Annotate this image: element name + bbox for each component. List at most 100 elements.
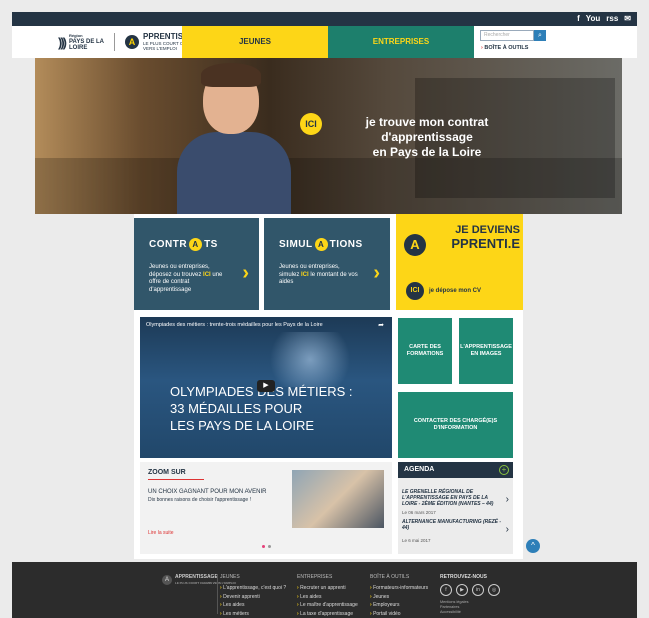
site-footer: A APPRENTISSAGE LE PLUS COURT CHEMIN VER… — [12, 562, 637, 618]
rss-icon[interactable]: rss — [606, 14, 618, 24]
footer-col-heading: JEUNES — [220, 574, 240, 580]
instagram-icon[interactable]: ◎ — [488, 584, 500, 596]
facebook-icon[interactable]: f — [440, 584, 452, 596]
chevron-right-icon[interactable]: › — [506, 494, 509, 505]
simulations-tile[interactable]: SIMUL A TIONS Jeunes ou entreprises, simul… — [264, 218, 390, 310]
region-logo-line3: LOIRE — [69, 45, 88, 51]
region-logo-icon: ))) — [58, 34, 67, 50]
hero-banner[interactable]: ICI je trouve mon contrat d'apprentissag… — [35, 58, 622, 214]
footer-link[interactable]: › Portail vidéo — [370, 610, 428, 618]
simulations-description: Jeunes ou entreprises, simulez ICI le mo… — [279, 264, 358, 285]
apprentissage-images-tile[interactable]: L'APPRENTISSAGE EN IMAGES — [459, 318, 513, 384]
scroll-to-top-button[interactable]: ^ — [526, 539, 540, 553]
search-input[interactable]: Rechercher — [480, 30, 534, 41]
footer-col-outils: BOÎTE À OUTILS › Formateurs-informateurs… — [370, 574, 428, 618]
footer-col-entreprises: ENTREPRISES › Recruter un apprenti › Les… — [297, 574, 358, 618]
video-title[interactable]: Olympiades des métiers : trente-trois mé… — [146, 322, 323, 328]
chevron-right-icon: › — [242, 262, 249, 284]
youtube-icon[interactable]: You — [586, 14, 601, 24]
ici-badge: ICI — [406, 282, 424, 300]
footer-link[interactable]: › Les aides — [220, 601, 286, 610]
chevron-right-icon: › — [481, 45, 483, 51]
hero-background-floor — [35, 158, 622, 214]
carte-formations-tile[interactable]: CARTE DES FORMATIONS — [398, 318, 452, 384]
hero-headline-line3: en Pays de la Loire — [372, 145, 482, 159]
carousel-dots[interactable] — [262, 545, 271, 548]
simulations-title: SIMUL A TIONS — [279, 238, 363, 251]
contrats-tile[interactable]: CONTR A TS Jeunes ou entreprises, déposez … — [134, 218, 259, 310]
plus-icon[interactable]: + — [499, 465, 509, 475]
footer-col-heading: ENTREPRISES — [297, 574, 333, 580]
site-header: ))) Région PAYS DE LA LOIRE A PPRENTISSA… — [12, 26, 637, 58]
contacter-charges-tile[interactable]: CONTACTER DES CHARGÉ(E)S D'INFORMATION — [398, 392, 513, 458]
video-headline-line3: LES PAYS DE LA LOIRE — [170, 418, 315, 433]
footer-link[interactable]: › La taxe d'apprentissage — [297, 610, 358, 618]
agenda-item-title[interactable]: LE GRENELLE RÉGIONAL DE L'APPRENTISSAGE … — [402, 489, 502, 507]
mail-icon[interactable]: ✉ — [624, 14, 631, 24]
devenir-apprenti-title: JE DEVIENS PPRENTI.E — [422, 224, 520, 251]
footer-link[interactable]: › Jeunes — [370, 593, 428, 602]
devenir-apprenti-line2: PPRENTI.E — [451, 236, 520, 251]
linkedin-icon[interactable]: in — [472, 584, 484, 596]
footer-link[interactable]: › Formateurs-informateurs — [370, 584, 428, 593]
agenda-item-date: Le 06 mars 2017 — [402, 510, 436, 515]
hero-headline-line1: je trouve mon contrat — [365, 115, 489, 129]
hero-headline-line2: d'apprentissage — [381, 130, 473, 144]
video-background — [260, 332, 360, 387]
footer-col-jeunes: JEUNES › L'apprentissage, c'est quoi ? ›… — [220, 574, 286, 618]
depose-cv-link[interactable]: je dépose mon CV — [429, 288, 481, 294]
chevron-right-icon[interactable]: › — [506, 524, 509, 535]
zoom-sur-title[interactable]: UN CHOIX GAGNANT POUR MON AVENIR — [148, 489, 266, 495]
footer-link[interactable]: › Les aides — [297, 593, 358, 602]
apprentissage-logo-icon[interactable]: A — [125, 35, 140, 49]
devenir-apprenti-tile[interactable]: JE DEVIENS PPRENTI.E A ICI je dépose mon… — [396, 214, 523, 310]
nav-jeunes[interactable]: JEUNES — [182, 26, 328, 58]
zoom-sur-panel: ZOOM SUR UN CHOIX GAGNANT POUR MON AVENI… — [140, 462, 392, 554]
footer-link[interactable]: › Le maître d'apprentissage — [297, 601, 358, 610]
chevron-up-icon: ^ — [531, 541, 535, 550]
tools-link-label: BOÎTE À OUTILS — [484, 45, 529, 51]
tools-link[interactable]: › BOÎTE À OUTILS — [481, 45, 528, 51]
chevron-right-icon: › — [373, 262, 380, 284]
footer-col-heading: RETROUVEZ-NOUS — [440, 574, 487, 580]
agenda-item-title[interactable]: ALTERNANCE MANUFACTURING (REZÉ - 44) — [402, 519, 502, 531]
youtube-icon[interactable]: ▶ — [456, 584, 468, 596]
page: { "topbar": { "social_icons": ["f", "You… — [0, 0, 649, 618]
nav-entreprises[interactable]: ENTREPRISES — [328, 26, 474, 58]
agenda-heading-label: AGENDA — [404, 466, 435, 473]
apprentissage-logo-icon: A — [162, 575, 172, 585]
agenda-panel: AGENDA + LE GRENELLE RÉGIONAL DE L'APPRE… — [398, 462, 513, 554]
share-icon[interactable]: ➦ — [378, 321, 384, 329]
footer-small-link[interactable]: Accessibilité — [440, 610, 500, 615]
play-icon: ▶ — [263, 382, 269, 389]
facebook-icon[interactable]: f — [577, 14, 580, 24]
read-more-link[interactable]: Lire la suite — [148, 530, 174, 536]
carousel-dot[interactable] — [268, 545, 271, 548]
zoom-sur-heading: ZOOM SUR — [148, 469, 186, 476]
video-player[interactable]: Olympiades des métiers : trente-trois mé… — [140, 317, 392, 458]
search-button[interactable]: ⌕ — [534, 30, 546, 41]
footer-link[interactable]: › Les métiers — [220, 610, 286, 618]
video-headline-line1: OLYMPIADES DES MÉTIERS : — [170, 384, 353, 399]
a-marker-icon: A — [404, 234, 426, 256]
footer-link[interactable]: › Devenir apprenti — [220, 593, 286, 602]
zoom-sur-subtitle: Dix bonnes raisons de choisir l'apprenti… — [148, 497, 251, 503]
agenda-heading: AGENDA — [398, 462, 513, 478]
contrats-title: CONTR A TS — [149, 238, 218, 251]
devenir-apprenti-line1: JE DEVIENS — [455, 224, 520, 236]
video-headline-line2: 33 MÉDAILLES POUR — [170, 401, 303, 416]
footer-link[interactable]: › Employeurs — [370, 601, 428, 610]
footer-col-social: RETROUVEZ-NOUS f ▶ in ◎ Mentions légales… — [440, 574, 500, 615]
footer-col-heading: BOÎTE À OUTILS — [370, 574, 410, 580]
video-headline: OLYMPIADES DES MÉTIERS : 33 MÉDAILLES PO… — [170, 383, 380, 434]
footer-link[interactable]: › Recruter un apprenti — [297, 584, 358, 593]
zoom-sur-image[interactable] — [292, 470, 384, 528]
carousel-dot-active[interactable] — [262, 545, 265, 548]
hero-headline: je trouve mon contrat d'apprentissage en… — [327, 115, 527, 160]
footer-link[interactable]: › L'apprentissage, c'est quoi ? — [220, 584, 286, 593]
main-content: CONTR A TS Jeunes ou entreprises, déposez … — [134, 214, 523, 559]
a-marker-icon: A — [189, 238, 203, 251]
play-button[interactable]: ▶ — [257, 380, 275, 392]
a-marker-icon: A — [314, 238, 328, 251]
footer-divider — [217, 574, 218, 614]
